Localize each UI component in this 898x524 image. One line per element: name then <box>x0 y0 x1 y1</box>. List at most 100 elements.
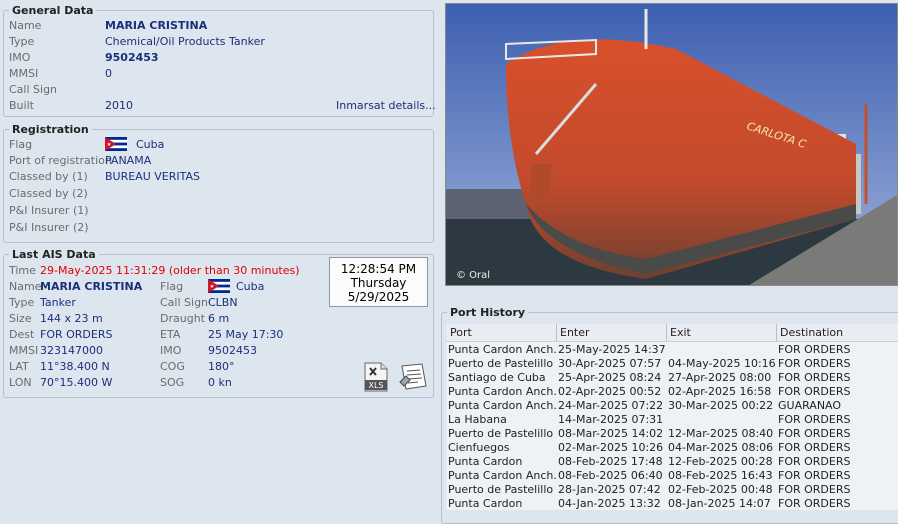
cell-destination: FOR ORDERS <box>778 455 851 468</box>
vessel-name: MARIA CRISTINA <box>105 19 208 32</box>
pi1-label: P&I Insurer (1) <box>9 204 89 217</box>
ais-name-value: MARIA CRISTINA <box>40 280 143 293</box>
photo-caption: © Oral <box>456 270 490 281</box>
port-history-title: Port History <box>447 306 529 319</box>
classed2-label: Classed by (2) <box>9 187 88 200</box>
cell-port: Santiago de Cuba <box>448 371 546 384</box>
port-registration-label: Port of registration <box>9 154 112 167</box>
col-port-header[interactable]: Port <box>450 326 472 339</box>
table-row[interactable]: Puerto de Pastelillo 08-Mar-2025 14:02 12-… <box>446 427 898 441</box>
cell-enter: 02-Mar-2025 10:26 <box>558 441 664 454</box>
port-history-table[interactable]: Port Enter Exit Destination Punta Cardon… <box>446 324 898 510</box>
ais-lon-value: 70°15.400 W <box>40 376 113 389</box>
cell-enter: 28-Jan-2025 07:42 <box>558 483 661 496</box>
cell-port: Punta Cardon <box>448 455 523 468</box>
ais-dest-value: FOR ORDERS <box>40 328 113 341</box>
cell-destination: FOR ORDERS <box>778 497 851 510</box>
col-separator[interactable] <box>776 324 777 341</box>
ais-flag-label: Flag <box>160 280 184 293</box>
classed1-value: BUREAU VERITAS <box>105 170 200 183</box>
cell-exit: 02-Feb-2025 00:48 <box>668 483 773 496</box>
vessel-type: Chemical/Oil Products Tanker <box>105 35 265 48</box>
ais-mmsi-value: 323147000 <box>40 344 103 357</box>
col-exit-header[interactable]: Exit <box>670 326 691 339</box>
export-xls-icon[interactable]: XLS <box>363 362 389 392</box>
cell-exit: 04-Mar-2025 08:06 <box>668 441 774 454</box>
cell-enter: 08-Feb-2025 17:48 <box>558 455 663 468</box>
table-row[interactable]: Punta Cardon 08-Feb-2025 17:48 12-Feb-2025… <box>446 455 898 469</box>
cell-destination: FOR ORDERS <box>778 427 851 440</box>
col-separator[interactable] <box>556 324 557 341</box>
table-row[interactable]: Cienfuegos 02-Mar-2025 10:26 04-Mar-2025 0… <box>446 441 898 455</box>
cell-destination: GUARANAO <box>778 399 842 412</box>
cell-enter: 30-Apr-2025 07:57 <box>558 357 662 370</box>
ais-flag-value: Cuba <box>236 280 265 293</box>
ais-lat-label: LAT <box>9 360 29 373</box>
ais-type-label: Type <box>9 296 35 309</box>
mmsi-label: MMSI <box>9 67 39 80</box>
ais-sog-label: SOG <box>160 376 185 389</box>
table-row[interactable]: La Habana 14-Mar-2025 07:31 FOR ORDERS <box>446 413 898 427</box>
ais-type-value: Tanker <box>40 296 76 309</box>
ais-callsign-label: Call Sign <box>160 296 209 309</box>
ais-time-value: 29-May-2025 11:31:29 (older than 30 minu… <box>40 264 300 277</box>
cell-exit: 04-May-2025 10:16 <box>668 357 776 370</box>
col-destination-header[interactable]: Destination <box>780 326 843 339</box>
table-row[interactable]: Punta Cardon 04-Jan-2025 13:32 08-Jan-2025… <box>446 497 898 510</box>
name-label: Name <box>9 19 42 32</box>
ship-photo: CARLOTA C © Oral <box>445 3 898 286</box>
table-row[interactable]: Punta Cardon Anch. 08-Feb-2025 06:40 08-Fe… <box>446 469 898 483</box>
table-row[interactable]: Puerto de Pastelillo 30-Apr-2025 07:57 04-… <box>446 357 898 371</box>
ais-draught-value: 6 m <box>208 312 230 325</box>
imo-value: 9502453 <box>105 51 159 64</box>
cell-enter: 08-Mar-2025 14:02 <box>558 427 664 440</box>
cell-exit: 12-Mar-2025 08:40 <box>668 427 774 440</box>
table-row[interactable]: Punta Cardon Anch. 24-Mar-2025 07:22 30-Ma… <box>446 399 898 413</box>
classed1-label: Classed by (1) <box>9 170 88 183</box>
cell-destination: FOR ORDERS <box>778 483 851 496</box>
xls-text: XLS <box>368 381 383 390</box>
cell-port: La Habana <box>448 413 507 426</box>
cell-exit: 02-Apr-2025 16:58 <box>668 385 772 398</box>
cell-enter: 02-Apr-2025 00:52 <box>558 385 662 398</box>
port-history-header: Port Enter Exit Destination <box>446 324 898 342</box>
cell-destination: FOR ORDERS <box>778 371 851 384</box>
clock-date: 5/29/2025 <box>347 290 410 304</box>
type-label: Type <box>9 35 35 48</box>
col-separator[interactable] <box>666 324 667 341</box>
clock-time: 12:28:54 PM <box>340 262 417 276</box>
ais-time-label: Time <box>9 264 36 277</box>
cell-exit: 30-Mar-2025 00:22 <box>668 399 774 412</box>
cell-exit: 08-Jan-2025 14:07 <box>668 497 771 510</box>
cell-exit: 08-Feb-2025 16:43 <box>668 469 773 482</box>
table-row[interactable]: Punta Cardon Anch. 25-May-2025 14:37 FOR O… <box>446 343 898 357</box>
cell-exit: 12-Feb-2025 00:28 <box>668 455 773 468</box>
ais-imo-value: 9502453 <box>208 344 257 357</box>
cell-enter: 14-Mar-2025 07:31 <box>558 413 664 426</box>
table-row[interactable]: Santiago de Cuba 25-Apr-2025 08:24 27-Apr-… <box>446 371 898 385</box>
table-row[interactable]: Puerto de Pastelillo 28-Jan-2025 07:42 02-… <box>446 483 898 497</box>
cell-enter: 04-Jan-2025 13:32 <box>558 497 661 510</box>
cell-port: Puerto de Pastelillo <box>448 357 554 370</box>
inmarsat-details-link[interactable]: Inmarsat details... <box>336 99 436 112</box>
ais-sog-value: 0 kn <box>208 376 232 389</box>
imo-label: IMO <box>9 51 31 64</box>
cell-destination: FOR ORDERS <box>778 385 851 398</box>
ais-size-label: Size <box>9 312 32 325</box>
clock-tooltip: 12:28:54 PM Thursday 5/29/2025 <box>329 257 428 307</box>
cell-enter: 24-Mar-2025 07:22 <box>558 399 664 412</box>
ais-lat-value: 11°38.400 N <box>40 360 110 373</box>
ais-eta-label: ETA <box>160 328 181 341</box>
ais-lon-label: LON <box>9 376 32 389</box>
cell-port: Cienfuegos <box>448 441 510 454</box>
table-row[interactable]: Punta Cardon Anch. 02-Apr-2025 00:52 02-Ap… <box>446 385 898 399</box>
cell-destination: FOR ORDERS <box>778 413 851 426</box>
notes-icon[interactable] <box>398 362 430 392</box>
col-enter-header[interactable]: Enter <box>560 326 590 339</box>
built-value: 2010 <box>105 99 133 112</box>
cell-port: Puerto de Pastelillo <box>448 483 554 496</box>
cell-enter: 08-Feb-2025 06:40 <box>558 469 663 482</box>
cell-port: Punta Cardon Anch. <box>448 399 557 412</box>
cell-destination: FOR ORDERS <box>778 441 851 454</box>
ais-cog-label: COG <box>160 360 185 373</box>
